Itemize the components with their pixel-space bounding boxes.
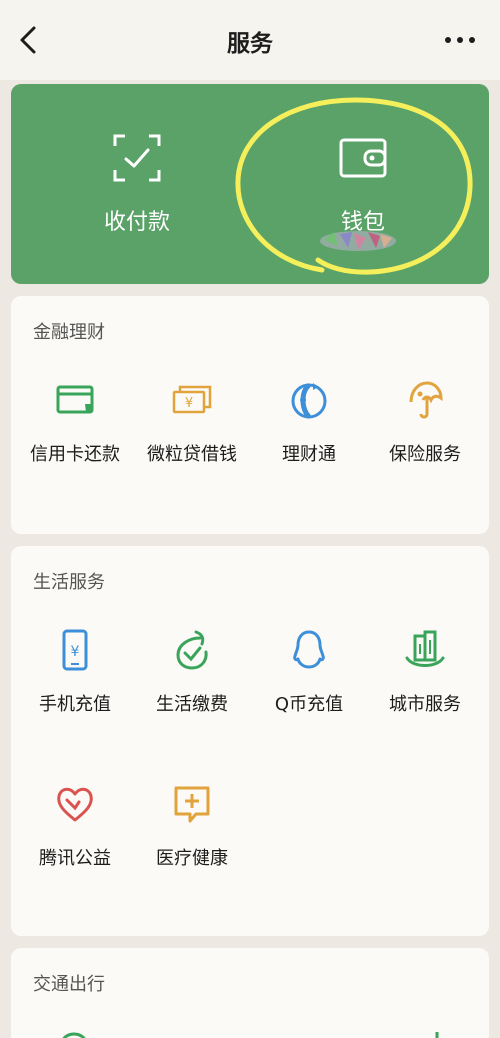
- medical-chat-icon: [174, 786, 210, 823]
- scan-check-icon: [113, 134, 161, 182]
- tencent-charity-label: 腾讯公益: [39, 848, 111, 869]
- medical-health-label: 医疗健康: [156, 848, 228, 869]
- wealth-icon: [291, 383, 327, 419]
- transport-section-title: 交通出行: [33, 974, 105, 995]
- check-leaf-icon: [176, 630, 208, 670]
- phone-topup-label: 手机充值: [39, 694, 111, 715]
- tencent-charity-item[interactable]: 腾讯公益: [16, 782, 134, 870]
- more-options-icon[interactable]: [438, 26, 482, 54]
- penguin-icon: [293, 630, 325, 669]
- top-bar: 服务: [0, 0, 500, 80]
- finance-section-title: 金融理财: [33, 322, 105, 343]
- insurance-service-label: 保险服务: [389, 444, 461, 465]
- city-service-label: 城市服务: [389, 694, 461, 715]
- transport-item-icon[interactable]: [59, 1026, 89, 1038]
- utility-bill-item[interactable]: 生活缴费: [133, 628, 251, 716]
- svg-text:¥: ¥: [71, 644, 80, 660]
- life-section-title: 生活服务: [33, 572, 105, 593]
- wallet-button[interactable]: 钱包: [283, 132, 443, 236]
- pay-receive-label: 收付款: [103, 210, 170, 235]
- wallet-icon: [339, 138, 387, 178]
- insurance-service-item[interactable]: 保险服务: [366, 378, 484, 466]
- qcoin-topup-item[interactable]: Q币充值: [250, 628, 368, 716]
- city-service-item[interactable]: 城市服务: [366, 628, 484, 716]
- page-title: 服务: [227, 31, 273, 57]
- weilidai-loan-item[interactable]: ¥ 微粒贷借钱: [133, 378, 251, 466]
- phone-yuan-icon: ¥: [62, 629, 88, 671]
- payment-wallet-card: 收付款 钱包: [11, 84, 489, 284]
- city-icon: [405, 630, 445, 667]
- yuan-cards-icon: ¥: [172, 385, 212, 414]
- life-services-section: 生活服务 ¥ 手机充值 生活缴费 Q币充值 城市服务 腾讯公益 医疗健康: [11, 546, 489, 936]
- licaitong-item[interactable]: 理财通: [250, 378, 368, 466]
- blurred-balance: [320, 231, 396, 251]
- umbrella-icon: [409, 381, 443, 419]
- svg-text:¥: ¥: [185, 396, 193, 411]
- credit-card-repay-item[interactable]: 信用卡还款: [16, 378, 134, 466]
- heart-icon: [57, 787, 93, 822]
- credit-card-icon: [56, 385, 94, 414]
- transport-item-icon-2[interactable]: [421, 1026, 451, 1038]
- credit-card-repay-label: 信用卡还款: [30, 444, 120, 465]
- transport-section: 交通出行: [11, 948, 489, 1038]
- weilidai-loan-label: 微粒贷借钱: [147, 444, 237, 465]
- qcoin-topup-label: Q币充值: [274, 694, 344, 715]
- medical-health-item[interactable]: 医疗健康: [133, 782, 251, 870]
- finance-section: 金融理财 信用卡还款 ¥ 微粒贷借钱 理财通 保险服务: [11, 296, 489, 534]
- phone-topup-item[interactable]: ¥ 手机充值: [16, 628, 134, 716]
- utility-bill-label: 生活缴费: [156, 694, 228, 715]
- licaitong-label: 理财通: [282, 444, 336, 465]
- pay-receive-button[interactable]: 收付款: [57, 132, 217, 236]
